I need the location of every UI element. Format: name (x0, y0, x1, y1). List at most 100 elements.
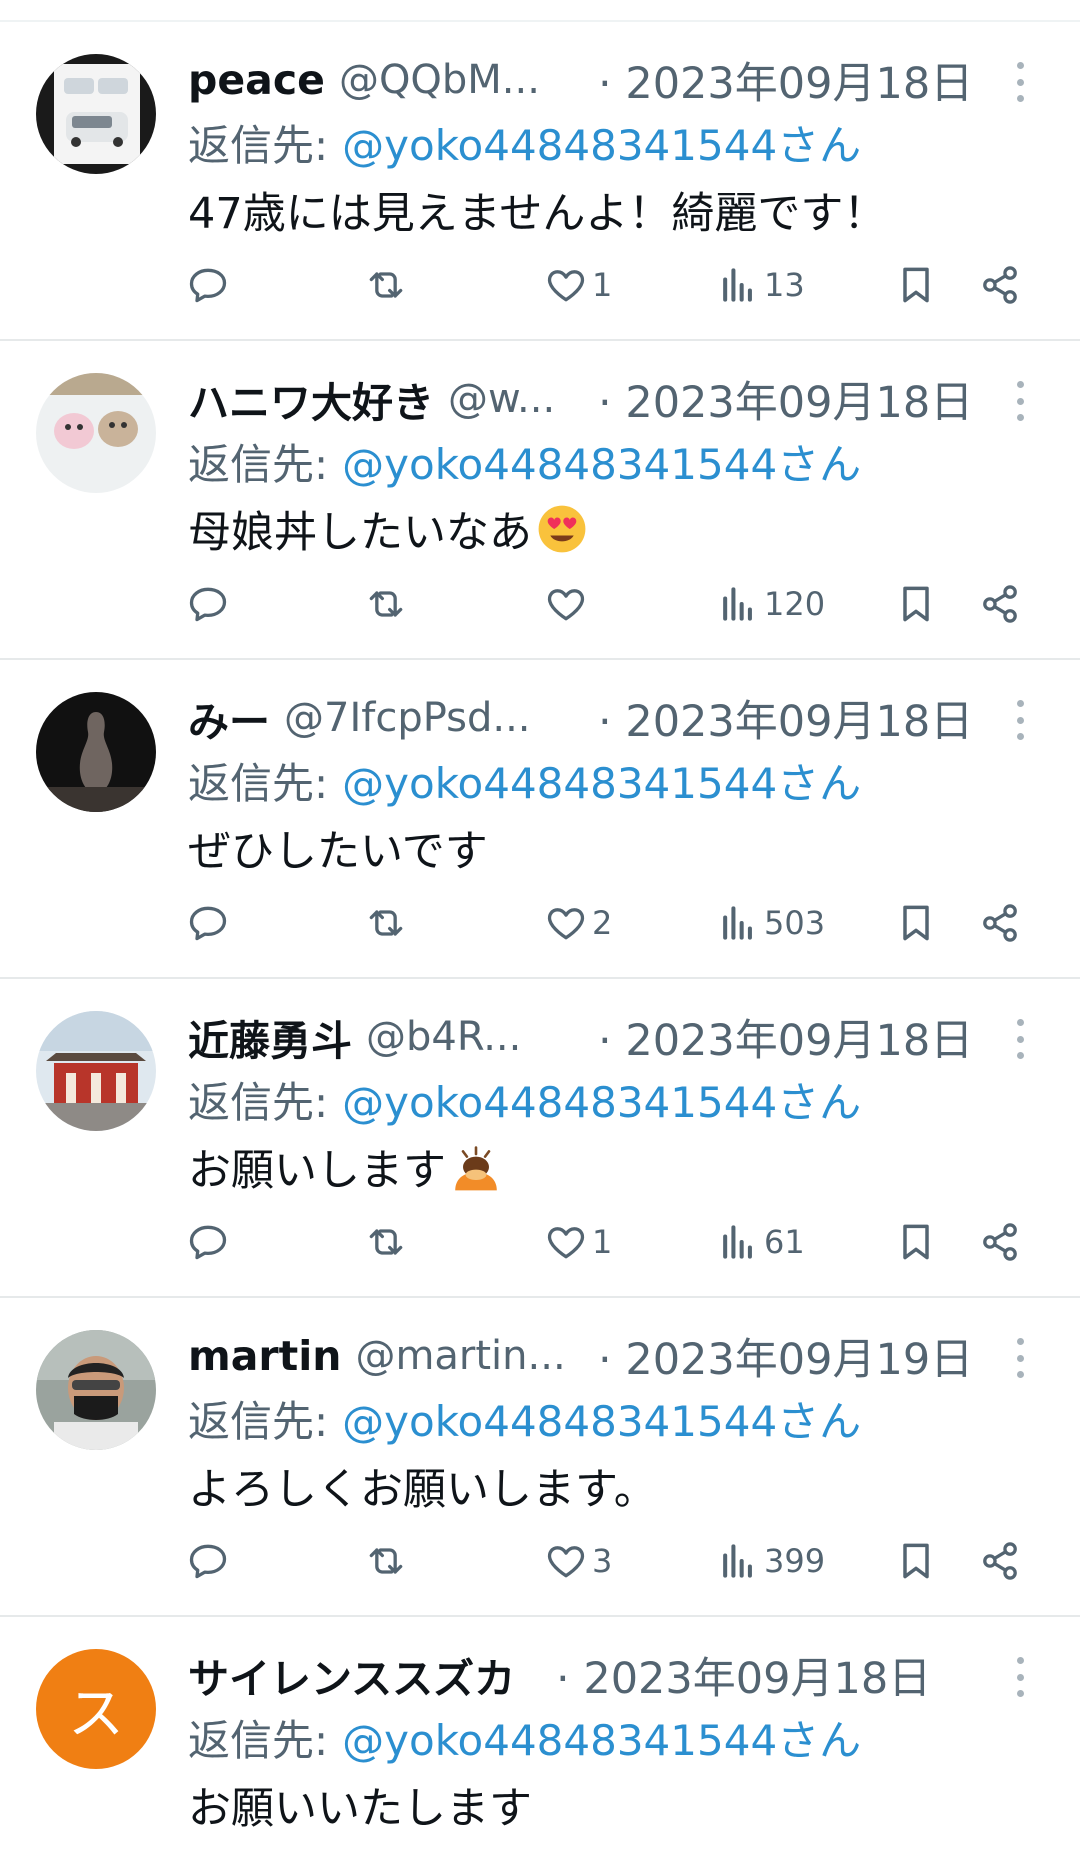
user-handle[interactable]: @7IfcpPsd... (284, 695, 531, 741)
share-icon (983, 266, 1017, 304)
user-handle[interactable]: @QQbM... (339, 57, 540, 103)
avatar[interactable] (36, 54, 156, 174)
tweet-text: 母娘丼したいなあ (188, 497, 588, 561)
views-icon (723, 587, 752, 621)
share-button[interactable] (978, 898, 1022, 948)
retweet-button[interactable] (364, 260, 408, 310)
like-icon (547, 270, 585, 302)
retweet-button[interactable] (364, 1217, 408, 1267)
display-name[interactable]: 近藤勇斗 (188, 1007, 352, 1067)
bowing-person-emoji (455, 1146, 497, 1191)
action-bar: 120 (0, 569, 1080, 639)
tweet-date[interactable]: · 2023年09月18日 (598, 369, 973, 429)
reply-button[interactable] (186, 1217, 230, 1267)
view-count: 120 (764, 585, 826, 623)
avatar[interactable] (36, 373, 156, 493)
share-button[interactable] (978, 260, 1022, 310)
reply-button[interactable] (186, 579, 230, 629)
tweet-date[interactable]: · 2023年09月18日 (598, 1007, 973, 1067)
reply-tweet[interactable]: みー @7IfcpPsd... · 2023年09月18日 返信先: @yoko… (0, 660, 1080, 979)
views-button[interactable]: 61 (716, 1217, 805, 1267)
more-icon[interactable] (1008, 1338, 1032, 1378)
bookmark-button[interactable] (894, 260, 938, 310)
mention-link[interactable]: @yoko44848341544さん (342, 1069, 861, 1130)
tweet-date[interactable]: · 2023年09月18日 (598, 50, 973, 110)
display-name[interactable]: サイレンススズカ (188, 1645, 515, 1705)
heart-eyes-emoji (538, 505, 586, 553)
display-name[interactable]: ハニワ大好き (188, 369, 434, 429)
like-button[interactable]: 1 (544, 1217, 612, 1267)
like-button[interactable]: 3 (544, 1536, 612, 1586)
display-name[interactable]: みー (188, 688, 270, 748)
user-handle[interactable]: @martin... (355, 1333, 565, 1379)
tweet-text: お願いします (188, 1135, 502, 1199)
avatar[interactable] (36, 1330, 156, 1450)
views-button[interactable]: 120 (716, 579, 825, 629)
more-icon[interactable] (1008, 381, 1032, 421)
tweet-text: ぜひしたいです (188, 816, 488, 880)
reply-tweet[interactable]: martin @martin... · 2023年09月19日 返信先: @yo… (0, 1298, 1080, 1617)
bookmark-button[interactable] (894, 1536, 938, 1586)
like-button[interactable]: 1 (544, 260, 612, 310)
bookmark-icon (903, 1224, 929, 1260)
display-name[interactable]: peace (188, 56, 325, 104)
retweet-button[interactable] (364, 1536, 408, 1586)
views-button[interactable]: 503 (716, 898, 825, 948)
like-button[interactable] (544, 579, 592, 629)
retweet-icon (369, 591, 403, 617)
share-button[interactable] (978, 1536, 1022, 1586)
tweet-date[interactable]: · 2023年09月18日 (598, 688, 973, 748)
retweet-button[interactable] (364, 898, 408, 948)
user-handle[interactable]: @b4R... (366, 1014, 521, 1060)
share-button[interactable] (978, 579, 1022, 629)
views-icon (723, 268, 752, 302)
tweet-text: 47歳には見えませんよ！綺麗です！ (188, 178, 886, 242)
reply-prefix: 返信先: (188, 120, 329, 170)
more-icon[interactable] (1008, 700, 1032, 740)
bookmark-button[interactable] (894, 579, 938, 629)
like-count: 2 (592, 904, 613, 942)
tweet-date[interactable]: · 2023年09月18日 (556, 1645, 931, 1705)
reply-button[interactable] (186, 260, 230, 310)
action-bar: 1 13 (0, 250, 1080, 320)
tweet-header: ハニワ大好き @w... (188, 369, 555, 429)
like-icon (547, 589, 585, 621)
reply-to-line: 返信先: @yoko44848341544さん (188, 1707, 861, 1767)
reply-button[interactable] (186, 898, 230, 948)
views-button[interactable]: 13 (716, 260, 805, 310)
reply-tweet[interactable]: ス サイレンススズカ · 2023年09月18日 返信先: @yoko44848… (0, 1617, 1080, 1849)
reply-tweet[interactable]: peace @QQbM... · 2023年09月18日 返信先: @yoko4… (0, 22, 1080, 341)
reply-tweet[interactable]: ハニワ大好き @w... · 2023年09月18日 返信先: @yoko448… (0, 341, 1080, 660)
share-button[interactable] (978, 1217, 1022, 1267)
more-icon[interactable] (1008, 1657, 1032, 1697)
retweet-button[interactable] (364, 579, 408, 629)
avatar[interactable] (36, 1011, 156, 1131)
action-bar: 3 399 (0, 1526, 1080, 1596)
views-button[interactable]: 399 (716, 1536, 825, 1586)
more-icon[interactable] (1008, 1019, 1032, 1059)
more-icon[interactable] (1008, 62, 1032, 102)
bookmark-button[interactable] (894, 898, 938, 948)
bookmark-button[interactable] (894, 1217, 938, 1267)
retweet-icon (369, 272, 403, 298)
view-count: 503 (764, 904, 826, 942)
tweet-text-content: お願いします (188, 1146, 446, 1196)
share-icon (983, 1223, 1017, 1261)
reply-tweet[interactable]: 近藤勇斗 @b4R... · 2023年09月18日 返信先: @yoko448… (0, 979, 1080, 1298)
reply-to-line: 返信先: @yoko44848341544さん (188, 1069, 861, 1129)
mention-link[interactable]: @yoko44848341544さん (342, 1388, 861, 1449)
view-count: 399 (764, 1542, 826, 1580)
avatar[interactable]: ス (36, 1649, 156, 1769)
tweet-text-content: お願いいたします (188, 1784, 532, 1834)
like-button[interactable]: 2 (544, 898, 612, 948)
avatar[interactable] (36, 692, 156, 812)
reply-button[interactable] (186, 1536, 230, 1586)
share-icon (983, 585, 1017, 623)
mention-link[interactable]: @yoko44848341544さん (342, 112, 861, 173)
mention-link[interactable]: @yoko44848341544さん (342, 1707, 861, 1768)
user-handle[interactable]: @w... (448, 376, 555, 422)
mention-link[interactable]: @yoko44848341544さん (342, 431, 861, 492)
tweet-date[interactable]: · 2023年09月19日 (598, 1326, 973, 1386)
mention-link[interactable]: @yoko44848341544さん (342, 750, 861, 811)
display-name[interactable]: martin (188, 1332, 341, 1380)
